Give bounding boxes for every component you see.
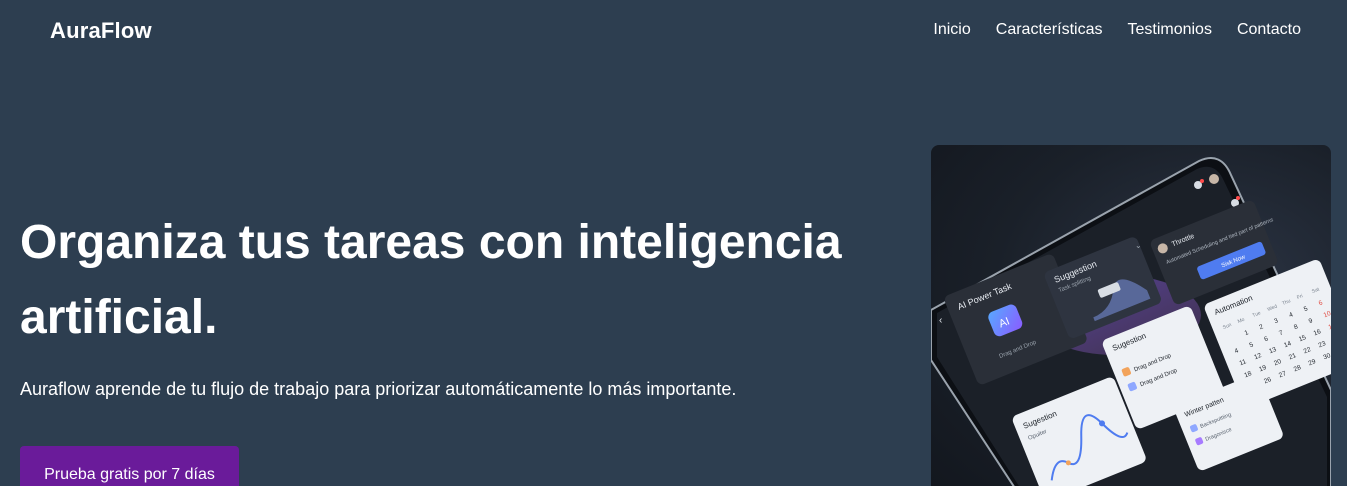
avatar-icon	[1209, 174, 1219, 184]
bell-dot-icon	[1236, 196, 1240, 200]
hero-title: Organiza tus tareas con inteligencia art…	[20, 216, 842, 344]
back-chevron-icon[interactable]: ‹	[939, 315, 942, 326]
site-header: AuraFlow Inicio Características Testimon…	[0, 0, 1347, 62]
tablet-mockup-illustration: AI Power Task AI Drag and Drop ‹ Suggest…	[931, 157, 1331, 486]
nav-link-testimonios[interactable]: Testimonios	[1127, 21, 1211, 39]
nav-link-contacto[interactable]: Contacto	[1237, 21, 1301, 39]
notification-dot-icon	[1200, 179, 1204, 183]
nav-link-inicio[interactable]: Inicio	[933, 21, 970, 39]
chevron-down-icon[interactable]: ⌄	[1135, 241, 1142, 250]
product-tablet-image: AI Power Task AI Drag and Drop ‹ Suggest…	[931, 145, 1331, 486]
free-trial-button[interactable]: Prueba gratis por 7 días	[20, 446, 239, 486]
hero-subtitle: Auraflow aprende de tu flujo de trabajo …	[20, 379, 737, 399]
brand-logo[interactable]: AuraFlow	[50, 18, 152, 44]
landing-page: AuraFlow Inicio Características Testimon…	[0, 0, 1347, 486]
nav-link-caracteristicas[interactable]: Características	[996, 21, 1103, 39]
main-nav: Inicio Características Testimonios Conta…	[933, 21, 1301, 39]
